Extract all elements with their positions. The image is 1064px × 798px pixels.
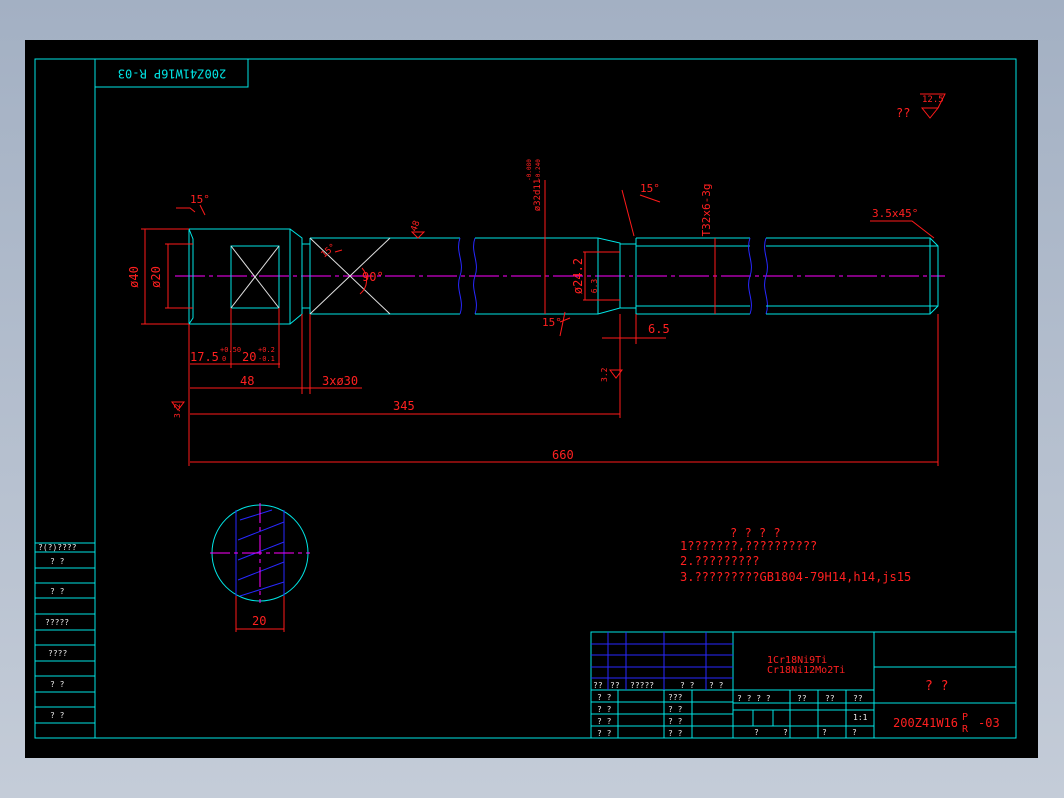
code-sub: R <box>962 724 969 735</box>
dim-20: ø20 <box>149 266 163 288</box>
tb-stage-2: ?? <box>797 694 807 703</box>
part-name: ? ? <box>925 679 948 694</box>
dim-ext-lines-1 <box>188 308 280 466</box>
dim-660: 660 <box>552 448 574 462</box>
dim-20-len: 20 <box>242 350 256 364</box>
dim-17-5-tol-u: +0.50 <box>220 346 241 354</box>
dim-345: 345 <box>393 399 415 413</box>
stamp-code: 200Z41W16P R-03 <box>118 67 226 81</box>
dim-32: ø32d11 <box>533 179 543 212</box>
dim-15-top-lines <box>176 204 206 216</box>
tb-mid-2: ? ? <box>668 705 683 714</box>
tb-header-4: ? ? <box>680 681 695 690</box>
code-suffix: -03 <box>978 716 1000 730</box>
tb-bottom-4: ? <box>852 728 857 737</box>
tb-header-2: ?? <box>610 681 620 690</box>
inner-border <box>94 58 1017 739</box>
left-row-3: ? ? <box>50 587 65 596</box>
tb-left-2: ? ? <box>597 705 612 714</box>
tb-mid-1: ??? <box>668 693 683 702</box>
tb-stage-4: ?? <box>853 694 863 703</box>
tb-stage-1: ? ? ? ? <box>737 694 771 703</box>
dim-15-right-lines <box>621 189 661 237</box>
tb-header-5: ? ? <box>709 681 724 690</box>
dim-holes: 3xø30 <box>322 374 358 388</box>
left-row-5: ???? <box>48 649 67 658</box>
rough-mid: 3.2 <box>600 367 609 382</box>
tb-left-4: ? ? <box>597 729 612 738</box>
material-2: Cr18Ni12Mo2Ti <box>767 665 845 676</box>
dim-17-5-tol-l: 0 <box>222 355 226 363</box>
dim-32-tol-u: -0.080 <box>526 159 533 181</box>
dim-48: 48 <box>240 374 254 388</box>
left-table: ?(?)???? ? ? ? ? ????? ???? ? ? ? ? <box>34 542 96 739</box>
tb-bottom-1: ? <box>754 728 759 737</box>
angle-90: 90° <box>362 270 384 284</box>
notes-line-2: 2.????????? <box>680 554 759 568</box>
dim-24-rough: 6.3 <box>590 279 599 294</box>
drawing-canvas: 200Z41W16P R-03 ?? 12.5 ø40 ø20 15° 90° … <box>25 40 1038 758</box>
notes-heading: ? ? ? ? <box>730 526 781 540</box>
section-dim-20: 20 <box>252 614 266 628</box>
dim-6-5: 6.5 <box>648 322 670 336</box>
chamfer-label: 3.5x45° <box>872 207 918 220</box>
thread-label: T32x6-3g <box>700 184 713 237</box>
dim-32-tol-l: -0.240 <box>535 159 542 181</box>
left-row-4: ????? <box>45 618 69 627</box>
notes-line-1: 1???????,?????????? <box>680 539 817 553</box>
dim-24: ø24.2 <box>571 258 585 294</box>
angle-small: 15° <box>320 242 339 260</box>
code-prefix: 200Z41W16 <box>893 716 958 730</box>
dim-20-tol-l: -0.1 <box>258 355 275 363</box>
notes-line-3: 3.?????????GB1804-79H14,h14,js15 <box>680 570 911 584</box>
left-row-6: ? ? <box>50 680 65 689</box>
tb-scale: 1:1 <box>853 713 868 722</box>
tb-left-3: ? ? <box>597 717 612 726</box>
chamfer-leader <box>870 220 935 239</box>
code-sup: P <box>962 712 968 723</box>
angle-15-top: 15° <box>190 193 210 206</box>
dim-17-5: 17.5 <box>190 350 219 364</box>
tb-header-1: ?? <box>593 681 603 690</box>
dim-40: ø40 <box>127 266 141 288</box>
angle-15-bottom: 15° <box>542 316 562 329</box>
left-row-2: ? ? <box>50 557 65 566</box>
tb-left-1: ? ? <box>597 693 612 702</box>
left-row-7: ? ? <box>50 711 65 720</box>
dim-20-tol-u: +0.2 <box>258 346 275 354</box>
tb-bottom-3: ? <box>822 728 827 737</box>
tb-header-3: ????? <box>630 681 654 690</box>
tb-bottom-2: ? <box>783 728 788 737</box>
tb-stage-3: ?? <box>825 694 835 703</box>
drawing-svg: 200Z41W16P R-03 ?? 12.5 ø40 ø20 15° 90° … <box>34 58 1017 739</box>
tb-mid-3: ? ? <box>668 717 683 726</box>
roughness-48: 48 <box>409 219 422 233</box>
tb-mid-4: ? ? <box>668 729 683 738</box>
angle-15-right: 15° <box>640 182 660 195</box>
left-row-1: ?(?)???? <box>38 543 77 552</box>
roughness-note: ?? <box>896 106 910 120</box>
